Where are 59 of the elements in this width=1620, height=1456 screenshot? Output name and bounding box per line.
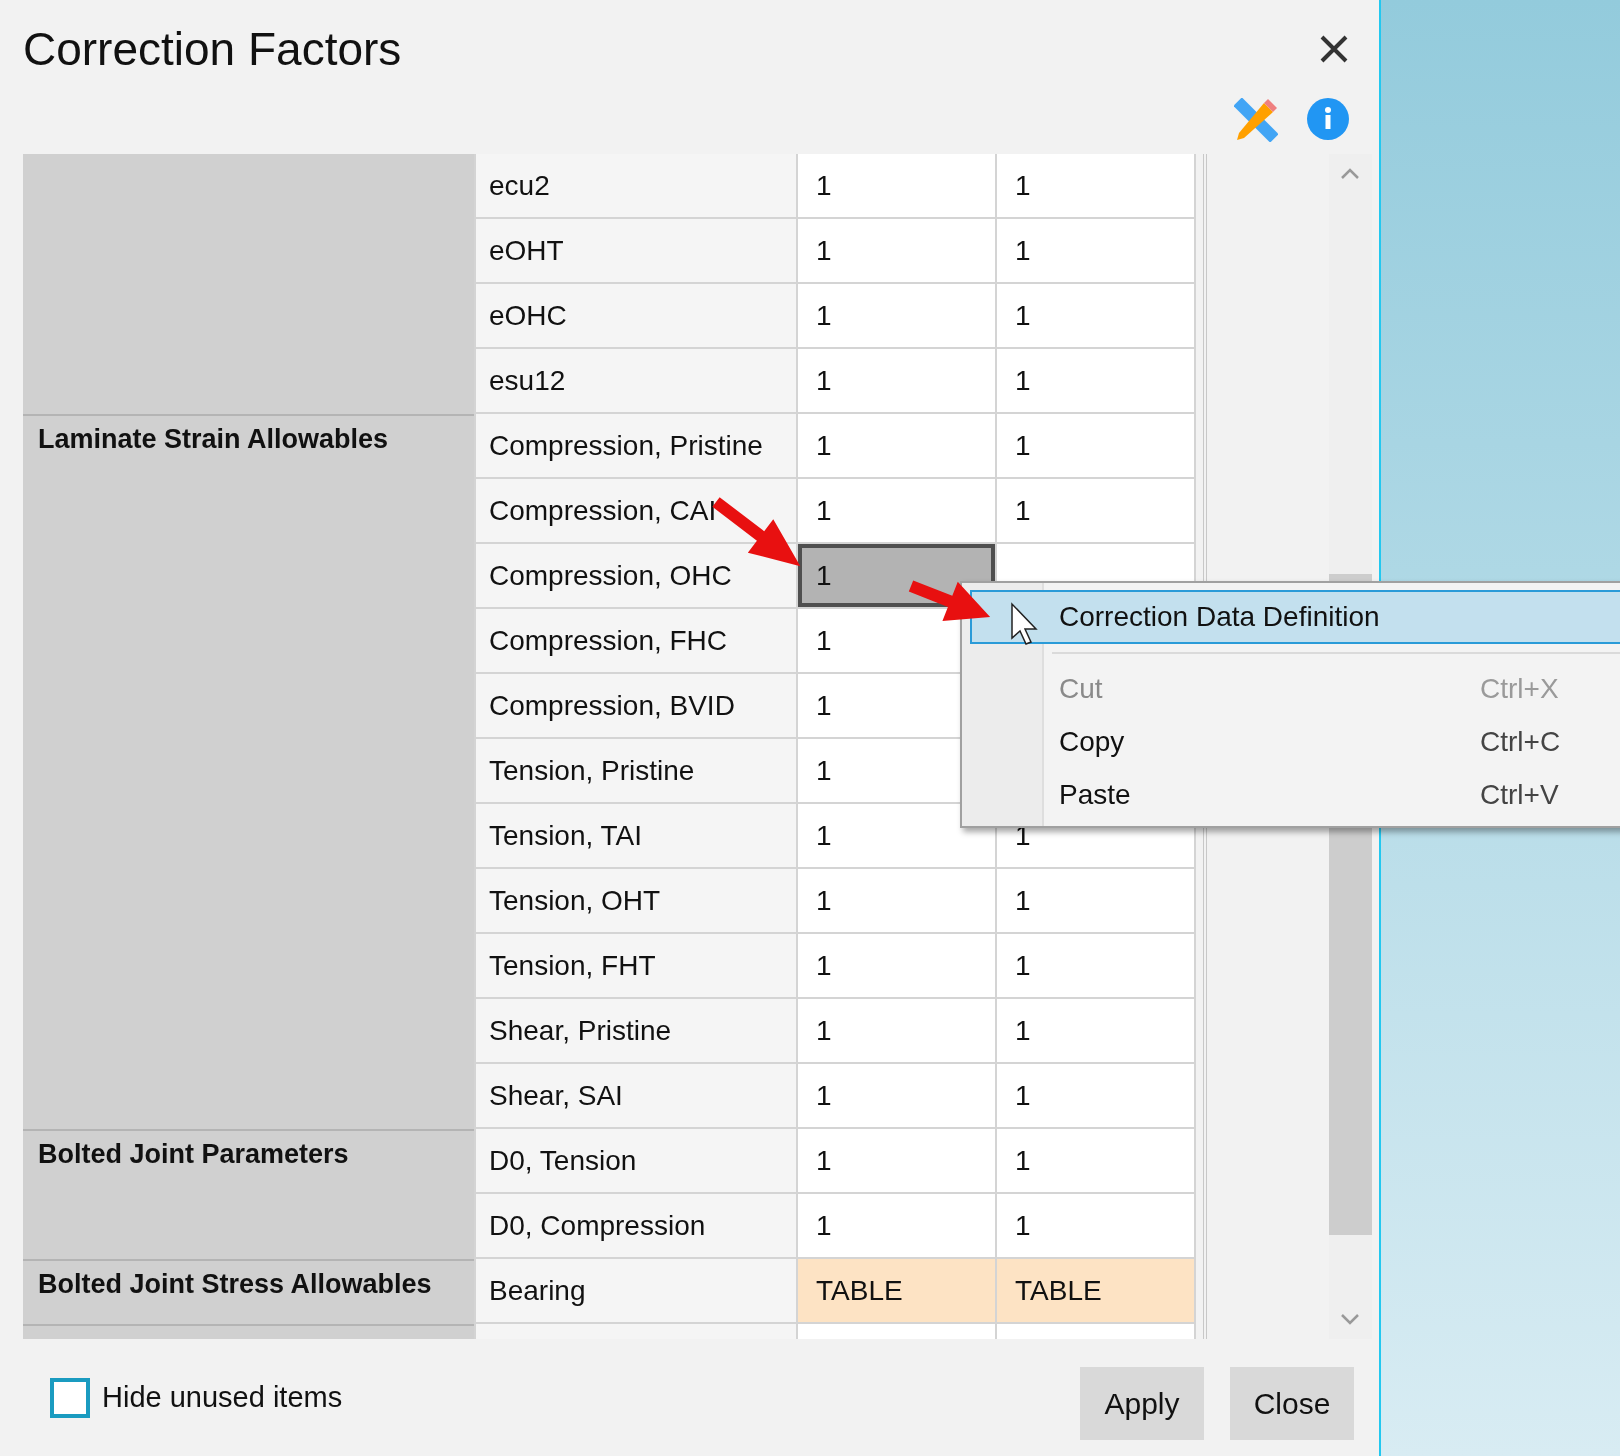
table-cell: Shear, SAI — [474, 1064, 798, 1127]
value-cell[interactable]: 1 — [997, 219, 1196, 282]
value-cell[interactable]: 1 — [997, 349, 1196, 412]
group-label: Bolted Joint Stress Allowables — [38, 1269, 432, 1299]
value-cell[interactable]: 1 — [997, 1064, 1196, 1127]
table-cell: D0, Tension — [474, 1129, 798, 1192]
cursor-icon — [1011, 602, 1038, 645]
value-cell[interactable]: 1 — [798, 1064, 997, 1127]
checkbox-label: Hide unused items — [102, 1381, 343, 1414]
table-cell: eOHC — [474, 284, 798, 347]
table-cell: Tension, OHT — [474, 869, 798, 932]
value-cell[interactable]: 1 — [798, 154, 997, 217]
table-cell: Shear, Pristine — [474, 999, 798, 1062]
value-cell[interactable]: 1 — [997, 999, 1196, 1062]
value-cell[interactable]: 1 — [798, 804, 997, 867]
table-cell: Tension, TAI — [474, 804, 798, 867]
value-cell[interactable]: 1 — [997, 479, 1196, 542]
value-cell[interactable]: 1 — [798, 999, 997, 1062]
window-title: Correction Factors — [23, 22, 402, 76]
group-label: Laminate Strain Allowables — [38, 424, 389, 454]
table-cell: esu12 — [474, 349, 798, 412]
dialog-button[interactable]: Apply — [1080, 1367, 1204, 1440]
value-cell[interactable]: 1 — [798, 1194, 997, 1257]
checkbox[interactable] — [50, 1377, 90, 1418]
value-cell[interactable]: 1 — [798, 284, 997, 347]
menu-item[interactable]: Correction Data Definition — [970, 590, 1620, 644]
value-cell[interactable]: 1 — [798, 349, 997, 412]
table-cell: Compression, OHC — [474, 544, 798, 607]
table-cell: Compression, Pristine — [474, 414, 798, 477]
table-cell: D0, Compression — [474, 1194, 798, 1257]
info-icon[interactable] — [1307, 98, 1349, 140]
value-cell[interactable]: 1 — [997, 869, 1196, 932]
value-cell[interactable]: 1 — [798, 934, 997, 997]
value-cell[interactable]: TABLE — [798, 1259, 997, 1322]
table-cell: Compression, CAI — [474, 479, 798, 542]
value-cell[interactable]: 1 — [798, 479, 997, 542]
close-icon[interactable] — [1319, 34, 1349, 64]
scroll-down-icon[interactable] — [1340, 1313, 1360, 1325]
scroll-up-icon[interactable] — [1340, 168, 1360, 180]
table-cell: Bearing — [474, 1259, 798, 1322]
value-cell[interactable]: 1 — [997, 1129, 1196, 1192]
table-cell: Tension, Pristine — [474, 739, 798, 802]
value-cell[interactable]: 1 — [997, 934, 1196, 997]
dialog-button[interactable]: Close — [1230, 1367, 1354, 1440]
value-cell[interactable]: 1 — [997, 1194, 1196, 1257]
value-cell[interactable]: 1 — [997, 414, 1196, 477]
table-cell: Compression, FHC — [474, 609, 798, 672]
value-cell[interactable]: 1 — [798, 414, 997, 477]
value-cell[interactable]: 1 — [798, 869, 997, 932]
value-cell[interactable]: TABLE — [997, 1259, 1196, 1322]
group-label: Bolted Joint Parameters — [38, 1139, 349, 1169]
value-cell[interactable]: 1 — [997, 154, 1196, 217]
value-cell[interactable]: 1 — [798, 1129, 997, 1192]
table-cell: ecu2 — [474, 154, 798, 217]
table-cell: Tension, FHT — [474, 934, 798, 997]
table-cell: Compression, BVID — [474, 674, 798, 737]
value-cell[interactable]: 1 — [997, 284, 1196, 347]
table-cell: eOHT — [474, 219, 798, 282]
value-cell[interactable]: 1 — [798, 219, 997, 282]
